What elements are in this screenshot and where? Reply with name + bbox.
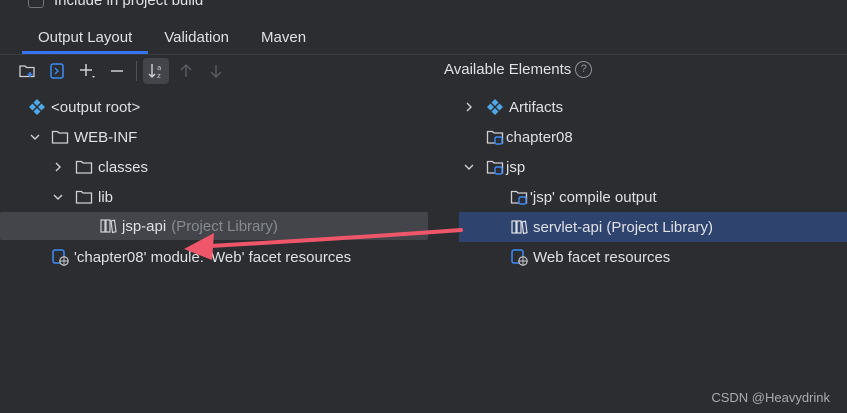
watermark: CSDN @Heavydrink (711, 390, 830, 405)
drag-arrow-annotation (184, 228, 463, 260)
